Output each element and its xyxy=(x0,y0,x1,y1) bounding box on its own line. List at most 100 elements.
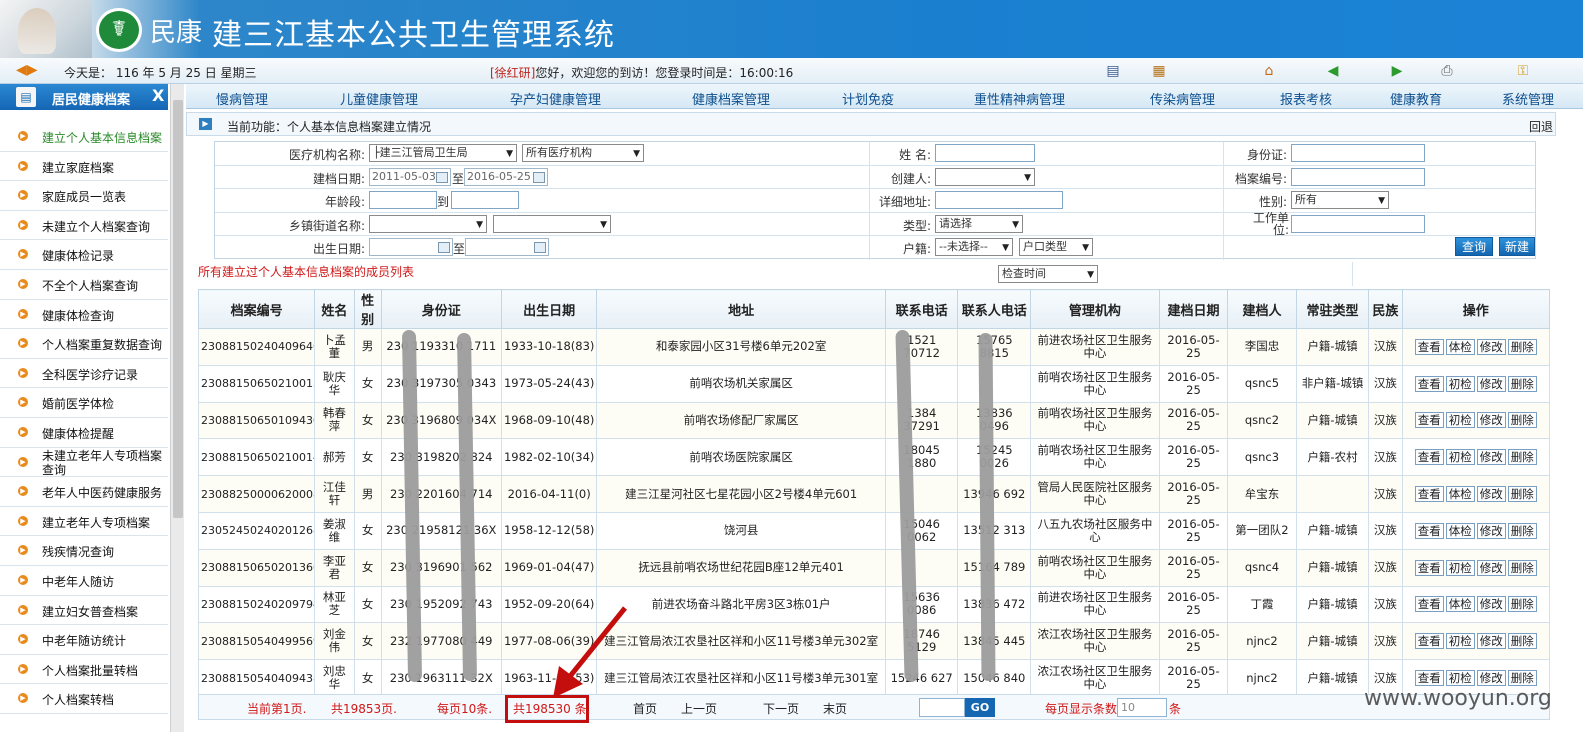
check-button[interactable]: 初检 xyxy=(1445,670,1475,687)
view-button[interactable]: 查看 xyxy=(1414,596,1444,613)
org-select[interactable]: ├建三江管局卫生局 xyxy=(369,144,517,162)
check-button[interactable]: 初检 xyxy=(1445,449,1475,466)
sidebar-item[interactable]: ▶ 个人档案重复数据查询 xyxy=(0,329,168,359)
prev-page-link[interactable]: 上一页 xyxy=(681,700,717,717)
sidebar-item[interactable]: ▶ 建立老年人专项档案 xyxy=(0,507,168,537)
sidebar-item[interactable]: ▶ 残疾情况查询 xyxy=(0,536,168,566)
menu-item[interactable]: 传染病管理 xyxy=(1150,89,1215,108)
key-icon[interactable]: ⚿ xyxy=(1514,62,1532,80)
menu-item[interactable]: 健康教育 xyxy=(1390,89,1442,108)
org-sub-select[interactable]: 所有医疗机构 xyxy=(522,144,644,162)
check-button[interactable]: 体检 xyxy=(1445,486,1475,503)
back-button[interactable]: 回退 xyxy=(1529,118,1553,135)
calendar-icon[interactable] xyxy=(534,242,546,253)
check-button[interactable]: 初检 xyxy=(1445,412,1475,429)
delete-button[interactable]: 删除 xyxy=(1507,449,1537,466)
edit-button[interactable]: 修改 xyxy=(1476,559,1506,576)
sidebar-item[interactable]: ▶ 中老年随访统计 xyxy=(0,625,168,655)
home-icon[interactable]: ⌂ xyxy=(1260,62,1278,80)
page-size-input[interactable]: 10 xyxy=(1117,698,1167,717)
huji-select[interactable]: --未选择-- xyxy=(935,238,1013,256)
goto-page-input[interactable] xyxy=(919,698,965,717)
sidebar-item[interactable]: ▶ 不全个人档案查询 xyxy=(0,270,168,300)
edit-button[interactable]: 修改 xyxy=(1476,449,1506,466)
back-arrow-icon[interactable]: ◀ xyxy=(1324,62,1342,80)
menu-item[interactable]: 计划免疫 xyxy=(842,89,894,108)
gender-select[interactable]: 所有 xyxy=(1291,191,1389,209)
table-row[interactable]: 23088250000620008 江佳轩男 230 2201604 714 2016… xyxy=(197,475,1551,513)
town-select[interactable] xyxy=(369,214,487,233)
sidebar-item[interactable]: ▶ 健康体检记录 xyxy=(0,240,168,270)
table-row[interactable]: 23088150540409438 刘忠华女 230 1963111 32X 1963… xyxy=(197,659,1551,697)
menu-item[interactable]: 重性精神病管理 xyxy=(974,89,1065,108)
table-row[interactable]: 23088150540499569 刘金伟女 232 1977080 449 1977… xyxy=(197,622,1551,661)
check-button[interactable]: 初检 xyxy=(1445,559,1475,576)
view-button[interactable]: 查看 xyxy=(1414,412,1444,429)
birth-to-input[interactable] xyxy=(465,238,549,256)
menu-item[interactable]: 孕产妇健康管理 xyxy=(510,89,601,108)
edit-button[interactable]: 修改 xyxy=(1476,486,1506,503)
next-page-link[interactable]: 下一页 xyxy=(763,700,799,717)
build-date-from-input[interactable]: 2011-05-03 xyxy=(369,167,451,186)
table-row[interactable]: 23088150650201366 李亚君女 230 3196901 562 1969… xyxy=(197,548,1551,587)
sidebar-item[interactable]: ▶ 婚前医学体检 xyxy=(0,388,168,418)
delete-button[interactable]: 删除 xyxy=(1507,412,1537,429)
delete-button[interactable]: 删除 xyxy=(1507,670,1537,687)
sidebar-item[interactable]: ▶ 未建立老年人专项档案查询 xyxy=(0,448,168,478)
query-button[interactable]: 查询 xyxy=(1455,237,1493,256)
view-button[interactable]: 查看 xyxy=(1414,449,1444,466)
toggle-arrows-icon[interactable]: ◀▶ xyxy=(16,62,38,78)
table-row[interactable]: 23088150650210013 耿庆华女 230 3197305 0343 197… xyxy=(197,364,1551,403)
menu-item[interactable]: 慢病管理 xyxy=(216,89,268,108)
last-page-link[interactable]: 末页 xyxy=(823,700,847,717)
table-row[interactable]: 23052450240201268 姜淑维女 230 21958121 36X 195… xyxy=(197,511,1551,550)
scrollbar-thumb[interactable] xyxy=(173,100,183,518)
calendar-icon[interactable] xyxy=(533,171,545,183)
view-button[interactable]: 查看 xyxy=(1414,633,1444,650)
delete-button[interactable]: 删除 xyxy=(1507,522,1537,539)
delete-button[interactable]: 删除 xyxy=(1507,596,1537,613)
view-button[interactable]: 查看 xyxy=(1414,670,1444,687)
sidebar-item[interactable]: ▶ 未建立个人档案查询 xyxy=(0,211,168,241)
delete-button[interactable]: 删除 xyxy=(1507,486,1537,503)
expand-icon[interactable]: ▶ xyxy=(199,118,212,130)
work-unit-input[interactable] xyxy=(1291,214,1425,233)
forward-arrow-icon[interactable]: ▶ xyxy=(1388,62,1406,80)
new-button[interactable]: 新建 xyxy=(1499,237,1535,256)
build-date-to-input[interactable]: 2016-05-25 xyxy=(464,167,548,186)
document-icon[interactable]: ▤ xyxy=(1104,62,1122,80)
id-card-input[interactable] xyxy=(1291,144,1425,162)
sidebar-item[interactable]: ▶ 建立个人基本信息档案 xyxy=(0,122,168,152)
table-row[interactable]: 23088150240209794 林亚芝女 230 1952092 743 1952… xyxy=(197,585,1551,624)
table-row[interactable]: 23088150650210014 郝芳女 230 3198202 824 1982-… xyxy=(197,438,1551,477)
sidebar-item[interactable]: ▶ 健康体检查询 xyxy=(0,300,168,330)
street-select[interactable] xyxy=(493,214,611,233)
menu-item[interactable]: 报表考核 xyxy=(1280,89,1332,108)
menu-item[interactable]: 系统管理 xyxy=(1502,89,1554,108)
name-input[interactable] xyxy=(935,144,1035,162)
sidebar-item[interactable]: ▶ 老年人中医药健康服务 xyxy=(0,477,168,507)
edit-button[interactable]: 修改 xyxy=(1476,633,1506,650)
calendar-icon[interactable] xyxy=(436,171,448,183)
table-row[interactable]: 23088150650109430 韩春萍女 230 3196809 034X 196… xyxy=(197,401,1551,440)
edit-button[interactable]: 修改 xyxy=(1476,375,1506,392)
sidebar-item[interactable]: ▶ 家庭成员一览表 xyxy=(0,181,168,211)
sidebar-item[interactable]: ▶ 个人档案批量转档 xyxy=(0,655,168,685)
delete-button[interactable]: 删除 xyxy=(1507,633,1537,650)
creator-select[interactable] xyxy=(935,167,1035,186)
delete-button[interactable]: 删除 xyxy=(1507,375,1537,392)
type-select[interactable]: 请选择 xyxy=(935,214,1023,233)
check-button[interactable]: 初检 xyxy=(1445,375,1475,392)
sidebar-item[interactable]: ▶ 健康体检提醒 xyxy=(0,418,168,448)
view-button[interactable]: 查看 xyxy=(1414,486,1444,503)
view-button[interactable]: 查看 xyxy=(1414,559,1444,576)
hukou-type-select[interactable]: 户口类型 xyxy=(1019,238,1093,256)
menu-item[interactable]: 健康档案管理 xyxy=(692,89,770,108)
edit-button[interactable]: 修改 xyxy=(1476,670,1506,687)
view-button[interactable]: 查看 xyxy=(1414,338,1444,355)
check-button[interactable]: 初检 xyxy=(1445,633,1475,650)
close-icon[interactable]: X xyxy=(152,86,164,105)
delete-button[interactable]: 删除 xyxy=(1507,338,1537,355)
age-to-input[interactable] xyxy=(451,191,519,209)
menu-item[interactable]: 儿童健康管理 xyxy=(340,89,418,108)
